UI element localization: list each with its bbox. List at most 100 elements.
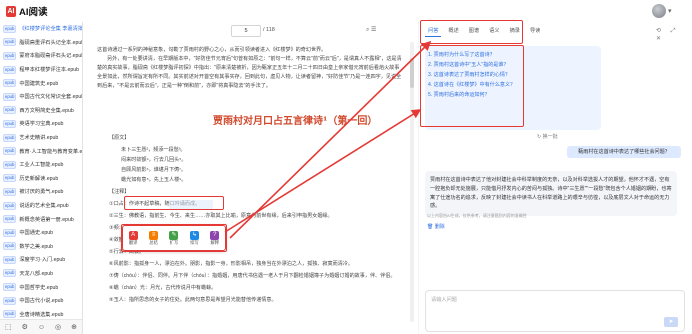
file-label: 深度学习·入门.epub: [19, 257, 66, 264]
epub-tag: epub: [3, 65, 17, 74]
file-item[interactable]: epub 中国建筑史.epub: [0, 76, 82, 90]
note-line: ②三生：佛教语，指前生、今生、来生……亦取其上比喻，原意为前世有缘，后来引申指男…: [109, 213, 333, 219]
notes-heading: 【注释】: [109, 189, 130, 195]
summarize-button[interactable]: ≡ 总结: [149, 230, 159, 246]
epub-tag: epub: [3, 38, 17, 47]
suggested-question[interactable]: 4. 这首诗在《红楼梦》中有什么意义？: [425, 80, 601, 90]
file-item[interactable]: epub 中国古代文化常识全套.epub: [0, 90, 82, 104]
file-label: 中国哲学史.epub: [19, 284, 59, 291]
epub-tag: epub: [3, 51, 17, 60]
note-line: ⑥风前影：指孤身一人，漂泊在外。朋影，指影一身，形影相吊，独身当在外漂泊之人，孤…: [109, 261, 353, 267]
delete-button[interactable]: 🗑 删除: [427, 223, 445, 230]
page-number-input[interactable]: 5: [231, 25, 261, 37]
file-label: 全唐诗精选集.epub: [19, 311, 64, 318]
suggested-question[interactable]: 1. 贾雨村为什么写了这首诗？: [425, 50, 601, 60]
chapter-title: 贾雨村对月口占五言律诗¹（第一回）: [213, 116, 378, 127]
file-label: 蒙府本脂砚斋评石头记.epub: [19, 53, 82, 60]
file-item[interactable]: epub 脂砚斋重评石头记全本.epub: [0, 36, 82, 50]
tab-graph[interactable]: 图谱: [466, 25, 482, 37]
file-item[interactable]: epub 说话的艺术全集.epub: [0, 199, 82, 213]
add-icon[interactable]: ⊕: [71, 323, 77, 331]
file-sidebar: epub 《红楼梦评论全集 李嘉清批… epub 脂砚斋重评石头记全本.epub epu…: [0, 22, 83, 334]
epub-tag: epub: [3, 106, 17, 115]
expand-button[interactable]: ✎ 扩写: [169, 230, 179, 246]
reader-toolbar: 5 / 118 ⌕ ☰: [83, 22, 418, 40]
ai-answer: 贾雨村在这首诗中表达了他对封建社会中科举制度的无奈，以及对科举选拔人才的期望。他…: [425, 171, 677, 217]
selection-toolbar: A 翻译 ≡ 总结 ✎ 扩写 ↳ 续写 ? 解释: [122, 225, 226, 251]
note-line: ⑨玉人：指所思念的女子的住处。此两句意思是希望月光能替他传递情意。: [109, 297, 277, 303]
continue-button[interactable]: ↳ 续写: [189, 230, 199, 246]
file-label: 天龙八部.epub: [19, 270, 54, 277]
epub-tag: epub: [3, 296, 17, 305]
file-label: 程甲本红楼梦评注本.epub: [19, 67, 79, 74]
continue-icon: ↳: [189, 230, 199, 240]
file-item[interactable]: epub教育·人工智能与教育变革.epub: [0, 144, 82, 158]
page-total: / 118: [263, 27, 275, 33]
sidebar-tool-icon[interactable]: ⬚: [5, 323, 12, 331]
tab-overview[interactable]: 概述: [445, 25, 461, 37]
avatar[interactable]: [652, 4, 666, 18]
file-label: 说话的艺术全集.epub: [19, 203, 69, 210]
panel-actions-icon[interactable]: ⟲ ⤢ ✕: [656, 27, 692, 42]
emoji-icon[interactable]: ☺: [38, 324, 45, 331]
tab-guide[interactable]: 导读: [527, 25, 543, 37]
scrollbar-thumb[interactable]: [410, 58, 414, 88]
suggested-question[interactable]: 3. 这首诗表达了贾雨村怎样的心情？: [425, 70, 601, 80]
translate-button[interactable]: A 翻译: [128, 230, 138, 246]
paragraph: 另外，有一处要讲清，在早期版本中，"好防佳节元宵后"句曾有如原之："前句一样，不…: [97, 56, 402, 90]
settings-icon[interactable]: ⚙: [22, 323, 28, 331]
epub-tag: epub: [3, 79, 17, 88]
file-item[interactable]: epub 天龙八部.epub: [0, 267, 82, 281]
epub-tag: epub: [3, 147, 17, 156]
file-item[interactable]: epub 新概念英语第一册.epub: [0, 212, 82, 226]
tab-semantic[interactable]: 语义: [486, 25, 502, 37]
file-item[interactable]: epub 工业人工智能.epub: [0, 158, 82, 172]
top-bar: AI AI阅读 ▾: [0, 0, 692, 23]
suggested-questions: 1. 贾雨村为什么写了这首诗？ 2. 贾雨村这首诗中"玉人"指的是谁？ 3. 这…: [425, 46, 601, 140]
reader-search-icon[interactable]: ⌕ ☰: [366, 26, 376, 34]
file-label: 工业人工智能.epub: [19, 162, 64, 169]
file-item[interactable]: epub 英语学习宝典.epub: [0, 117, 82, 131]
refresh-questions-button[interactable]: ↻ 换一批: [537, 133, 558, 140]
file-label: 《红楼梦评论全集 李嘉清批…: [19, 26, 82, 33]
file-list: epub 《红楼梦评论全集 李嘉清批… epub 脂砚斋重评石头记全本.epub epu…: [0, 22, 82, 321]
tab-excerpt[interactable]: 摘录: [507, 25, 523, 37]
reader-scrollbar[interactable]: [410, 42, 414, 322]
file-label: 中国古代文化常识全套.epub: [19, 94, 82, 101]
file-item[interactable]: epub 艺术史精讲.epub: [0, 131, 82, 145]
explain-button[interactable]: ? 解释: [210, 230, 220, 246]
app-logo: AI AI阅读: [6, 4, 48, 18]
ai-tabs: 问答 概述 图谱 语义 摘录 导读: [425, 25, 543, 37]
send-button[interactable]: ➤: [664, 317, 678, 327]
note-line: ⑧蟾（chán）光：月光，古代传说月中有蟾蜍。: [109, 285, 217, 291]
poem-line: 未卜三生愿²，频添一段愁³。: [121, 147, 186, 153]
file-item[interactable]: epub 中国古代小说.epub: [0, 294, 82, 308]
file-item[interactable]: epub 深度学习·入门.epub: [0, 253, 82, 267]
ai-panel: 问答 概述 图谱 语义 摘录 导读 ⟲ ⤢ ✕ 1. 贾雨村为什么写了这首诗？ …: [419, 22, 692, 334]
target-icon[interactable]: ◎: [55, 323, 61, 331]
epub-tag: epub: [3, 133, 17, 142]
file-item[interactable]: epub 《红楼梦评论全集 李嘉清批…: [0, 22, 82, 36]
file-item[interactable]: epub 蒙府本脂砚斋评石头记.epub: [0, 49, 82, 63]
file-item[interactable]: epub 程甲本红楼梦评注本.epub: [0, 63, 82, 77]
question-input[interactable]: 请输入问题 ➤: [425, 290, 685, 332]
file-item[interactable]: epub 中国哲学史.epub: [0, 280, 82, 294]
poem-line: 闷来时敛额⁴，行去几回头⁵。: [121, 157, 187, 163]
suggested-question[interactable]: 5. 贾雨村后来的命运如何？: [425, 90, 601, 100]
tab-qa[interactable]: 问答: [425, 25, 442, 37]
file-item[interactable]: epub 西方文明简史全集.epub: [0, 104, 82, 118]
file-label: 历史新解读.epub: [19, 175, 59, 182]
file-item[interactable]: epub 数学之美.epub: [0, 240, 82, 254]
suggested-question[interactable]: 2. 贾雨村这首诗中"玉人"指的是谁？: [425, 60, 601, 70]
app-title: AI阅读: [19, 7, 48, 18]
file-label: 英语学习宝典.epub: [19, 121, 64, 128]
epub-tag: epub: [3, 119, 17, 128]
file-item[interactable]: epub 被讨厌的勇气.epub: [0, 185, 82, 199]
file-item[interactable]: epub 历史新解读.epub: [0, 172, 82, 186]
file-item[interactable]: epub 中国通史.epub: [0, 226, 82, 240]
chevron-down-icon[interactable]: ▾: [668, 7, 672, 15]
epub-tag: epub: [3, 228, 17, 237]
summarize-icon: ≡: [149, 230, 159, 240]
file-label: 西方文明简史全集.epub: [19, 107, 74, 114]
epub-tag: epub: [3, 310, 17, 319]
